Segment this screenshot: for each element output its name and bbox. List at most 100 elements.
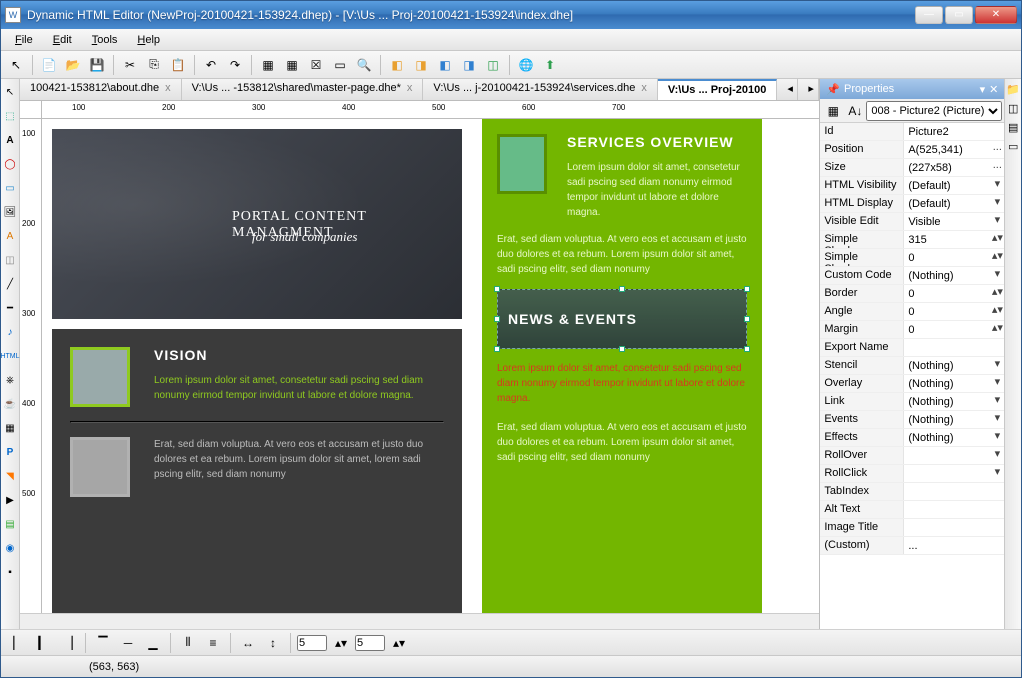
vision-panel[interactable]: VISION Lorem ipsum dolor sit amet, conse… [52,329,462,613]
property-row[interactable]: Effects(Nothing)▾ [820,429,1004,447]
property-value[interactable]: A(525,341) [904,141,990,158]
property-row[interactable]: Size(227x58)... [820,159,1004,177]
titlebar[interactable]: W Dynamic HTML Editor (NewProj-20100421-… [1,1,1021,29]
menu-file[interactable]: File [7,32,41,48]
layer-forward-icon[interactable]: ◨ [410,54,432,76]
dropdown-icon[interactable] [990,519,1004,536]
property-value[interactable]: ... [904,537,990,554]
hr-tool-icon[interactable]: ━ [1,299,19,317]
properties-title[interactable]: 📌 Properties ▾ ✕ [820,79,1004,99]
line-tool-icon[interactable]: ╱ [1,275,19,293]
layer-back-icon[interactable]: ◧ [434,54,456,76]
property-row[interactable]: Border0▴▾ [820,285,1004,303]
text-tool-icon[interactable]: A [1,131,19,149]
dropdown-icon[interactable]: ... [990,159,1004,176]
property-value[interactable]: (Nothing) [904,267,990,284]
dropdown-icon[interactable] [990,483,1004,500]
property-row[interactable]: Custom Code(Nothing)▾ [820,267,1004,285]
form-tool-icon[interactable]: ▭ [1,179,19,197]
tab-services[interactable]: V:\Us ... j-20100421-153924\services.dhe… [423,79,658,100]
anchor-tool-icon[interactable]: ⎈ [1,371,19,389]
dropdown-icon[interactable]: ... [990,141,1004,158]
dropdown-icon[interactable]: ▾ [990,393,1004,410]
align-top-icon[interactable]: ▔ [92,632,114,654]
tab-master[interactable]: V:\Us ... -153812\shared\master-page.dhe… [182,79,424,100]
maximize-button[interactable]: ▭ [945,6,973,24]
dropdown-icon[interactable] [990,123,1004,140]
property-value[interactable]: Visible [904,213,990,230]
dropdown-icon[interactable]: ▾ [990,267,1004,284]
property-value[interactable]: (Nothing) [904,429,990,446]
ruler-horizontal[interactable]: 100 200 300 400 500 600 700 [42,101,819,119]
sidebar-panel[interactable]: SERVICES OVERVIEW Lorem ipsum dolor sit … [482,119,762,613]
stepper-icon[interactable]: ▴▾ [388,632,410,654]
dropdown-icon[interactable] [990,501,1004,518]
property-row[interactable]: (Custom)... [820,537,1004,555]
design-canvas[interactable]: PORTAL CONTENT MANAGMENT for small compa… [42,119,819,613]
menu-edit[interactable]: Edit [45,32,80,48]
db-tool-icon[interactable]: ◉ [1,539,19,557]
same-height-icon[interactable]: ↕ [262,632,284,654]
object-selector[interactable]: 008 - Picture2 (Picture) [866,101,1002,121]
spacing-x-input[interactable] [297,635,327,651]
shape-tool-icon[interactable]: ◯ [1,155,19,173]
dropdown-icon[interactable]: ▴▾ [990,249,1004,266]
select-tool-icon[interactable]: ↖ [1,83,19,101]
property-value[interactable]: (Default) [904,195,990,212]
align-right-icon[interactable]: ▕ [57,632,79,654]
pin-icon[interactable]: 📌 [826,83,840,96]
property-row[interactable]: Image Title [820,519,1004,537]
generic-tool-icon[interactable]: ◫ [1,251,19,269]
html-tool-icon[interactable]: HTML [1,347,19,365]
drag-tool-icon[interactable]: ⬚ [1,107,19,125]
dropdown-icon[interactable]: ▾ [990,429,1004,446]
tab-about[interactable]: 100421-153812\about.dhex [20,79,182,100]
dropdown-icon[interactable]: ▾ [980,83,986,96]
copy-icon[interactable]: ⎘ [143,54,165,76]
distribute-v-icon[interactable]: ≡ [202,632,224,654]
dropdown-icon[interactable]: ▴▾ [990,231,1004,248]
cut-icon[interactable]: ✂ [119,54,141,76]
property-row[interactable]: Visible EditVisible▾ [820,213,1004,231]
table-tool-icon[interactable]: ▦ [1,419,19,437]
color-tool-icon[interactable]: ▪ [1,563,19,581]
minimize-button[interactable]: — [915,6,943,24]
services-image[interactable] [497,134,547,194]
property-row[interactable]: Stencil(Nothing)▾ [820,357,1004,375]
property-row[interactable]: PositionA(525,341)... [820,141,1004,159]
close-icon[interactable]: x [165,82,171,94]
sort-icon[interactable]: A↓ [844,100,866,122]
property-value[interactable]: (Nothing) [904,411,990,428]
property-row[interactable]: Simple Shadow0▴▾ [820,249,1004,267]
panel-layers-icon[interactable]: ▤ [1008,121,1018,134]
image-tool-icon[interactable]: 🖼 [1,203,19,221]
dropdown-icon[interactable]: ▾ [990,375,1004,392]
property-row[interactable]: HTML Display(Default)▾ [820,195,1004,213]
preview-icon[interactable]: ▭ [329,54,351,76]
property-row[interactable]: Events(Nothing)▾ [820,411,1004,429]
list-tool-icon[interactable]: ▤ [1,515,19,533]
property-value[interactable]: (Nothing) [904,375,990,392]
audio-tool-icon[interactable]: ♪ [1,323,19,341]
align-center-icon[interactable]: ▎ [32,632,54,654]
globe-icon[interactable]: 🌐 [515,54,537,76]
scrollbar-horizontal[interactable] [20,613,819,629]
property-value[interactable] [904,465,990,482]
vision-image-2[interactable] [70,437,130,497]
property-value[interactable]: (Nothing) [904,393,990,410]
panel-project-icon[interactable]: 📁 [1006,83,1020,96]
categorized-icon[interactable]: ▦ [822,100,844,122]
property-value[interactable] [904,519,990,536]
pointer-icon[interactable]: ↖ [5,54,27,76]
property-row[interactable]: Alt Text [820,501,1004,519]
property-row[interactable]: Margin0▴▾ [820,321,1004,339]
property-row[interactable]: Link(Nothing)▾ [820,393,1004,411]
guides-icon[interactable]: ☒ [305,54,327,76]
dropdown-icon[interactable]: ▾ [990,357,1004,374]
property-value[interactable]: 0 [904,249,990,266]
paste-icon[interactable]: 📋 [167,54,189,76]
spacing-y-input[interactable] [355,635,385,651]
property-value[interactable]: 0 [904,321,990,338]
dropdown-icon[interactable]: ▴▾ [990,303,1004,320]
property-row[interactable]: HTML Visibility(Default)▾ [820,177,1004,195]
